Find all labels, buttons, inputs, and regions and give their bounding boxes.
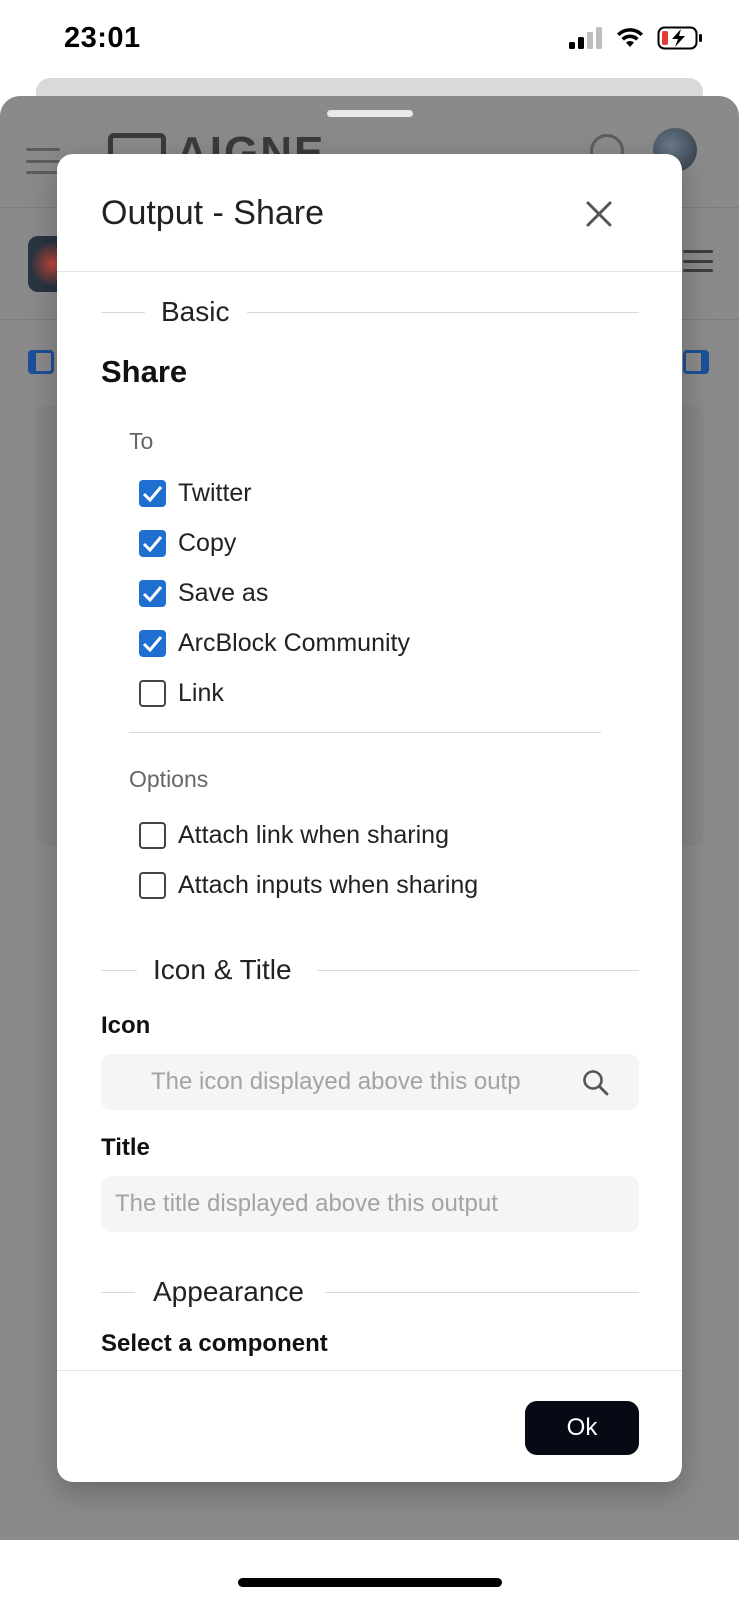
status-bar: 23:01 <box>0 0 739 80</box>
options-divider <box>129 732 601 733</box>
checkbox-label: Copy <box>178 528 237 557</box>
title-field-label: Title <box>101 1134 150 1161</box>
home-indicator[interactable] <box>238 1578 502 1587</box>
section-divider-icon-title: Icon & Title <box>101 954 639 986</box>
checkbox-save-as[interactable]: Save as <box>139 576 268 610</box>
options-label: Options <box>129 766 209 792</box>
icon-field <box>101 1054 639 1110</box>
checkbox-checked-icon[interactable] <box>139 629 166 657</box>
checkbox-label: Twitter <box>178 478 252 507</box>
battery-charging-icon <box>657 26 702 50</box>
checkbox-label: Attach link when sharing <box>178 820 449 849</box>
wifi-icon <box>617 28 643 47</box>
dialog-header: Output - Share <box>57 154 682 272</box>
checkbox-attach-inputs[interactable]: Attach inputs when sharing <box>139 868 478 902</box>
checkbox-label: Attach inputs when sharing <box>178 870 479 899</box>
right-panel-icon[interactable] <box>683 350 709 374</box>
checkbox-label: Link <box>178 678 224 707</box>
checkbox-twitter[interactable]: Twitter <box>139 476 252 510</box>
checkbox-attach-link[interactable]: Attach link when sharing <box>139 818 449 852</box>
share-dialog: Output - Share Basic Share To Twitter Co… <box>57 154 682 1482</box>
checkbox-link[interactable]: Link <box>139 676 224 710</box>
checkbox-checked-icon[interactable] <box>139 579 166 607</box>
section-label-icon-title: Icon & Title <box>153 954 292 985</box>
search-icon[interactable] <box>581 1068 609 1096</box>
ok-button[interactable]: Ok <box>525 1401 639 1455</box>
checkbox-checked-icon[interactable] <box>139 529 166 557</box>
checkbox-arcblock-community[interactable]: ArcBlock Community <box>139 626 410 660</box>
checkbox-unchecked-icon[interactable] <box>139 821 166 849</box>
section-divider-basic: Basic <box>101 296 639 328</box>
dialog-title: Output - Share <box>101 194 325 232</box>
select-component-label: Select a component <box>101 1330 328 1357</box>
signal-icon <box>569 27 602 49</box>
left-panel-icon[interactable] <box>28 350 54 374</box>
close-button[interactable] <box>579 194 619 234</box>
dialog-footer: Ok <box>57 1370 682 1482</box>
checkbox-unchecked-icon[interactable] <box>139 679 166 707</box>
title-field <box>101 1176 639 1232</box>
bottom-bar <box>0 1540 739 1600</box>
status-icons <box>569 26 703 50</box>
checkbox-copy[interactable]: Copy <box>139 526 236 560</box>
status-time: 23:01 <box>64 22 141 54</box>
checkbox-unchecked-icon[interactable] <box>139 871 166 899</box>
share-title: Share <box>101 354 188 389</box>
section-divider-appearance: Appearance <box>101 1276 639 1308</box>
dialog-body[interactable]: Basic Share To Twitter Copy Save as ArcB… <box>57 272 682 1370</box>
more-menu-icon[interactable] <box>683 250 713 272</box>
section-label-basic: Basic <box>161 296 230 327</box>
checkbox-label: ArcBlock Community <box>178 628 410 657</box>
icon-input[interactable] <box>151 1054 541 1110</box>
title-input[interactable] <box>115 1176 625 1232</box>
checkbox-checked-icon[interactable] <box>139 479 166 507</box>
menu-icon[interactable] <box>26 148 60 174</box>
to-label: To <box>129 428 154 454</box>
section-label-appearance: Appearance <box>153 1276 305 1307</box>
sheet-grabber[interactable] <box>327 110 413 117</box>
close-icon <box>586 201 612 227</box>
checkbox-label: Save as <box>178 578 269 607</box>
icon-field-label: Icon <box>101 1012 151 1039</box>
